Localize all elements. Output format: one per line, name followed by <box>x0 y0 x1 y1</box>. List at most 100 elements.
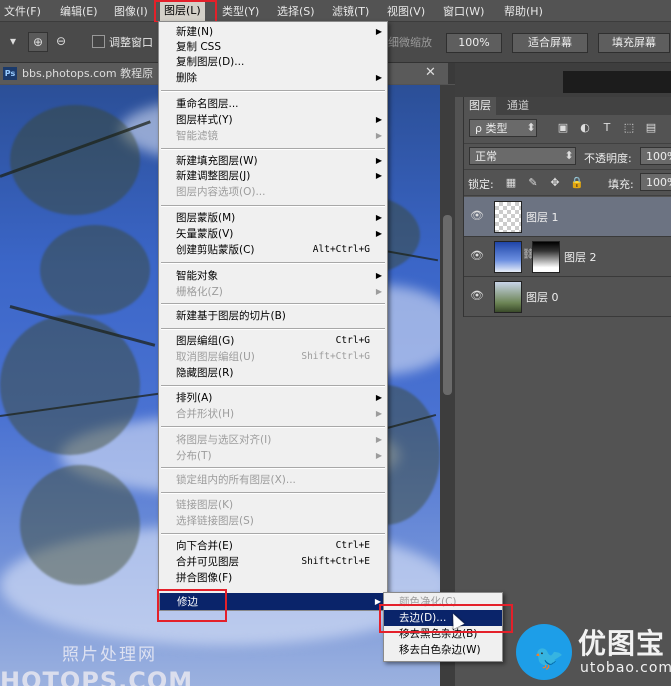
logo-title: 优图宝 <box>578 627 666 660</box>
layer-mask-thumbnail[interactable] <box>532 241 560 273</box>
menu-item-distribute: 分布(T) ▶ <box>176 450 382 462</box>
menu-edit[interactable]: 编辑(E) <box>60 3 98 19</box>
menu-item-rasterize: 栅格化(Z) ▶ <box>176 286 382 298</box>
menubar: 文件(F) 编辑(E) 图像(I) 图层(L) 类型(Y) 选择(S) 滤镜(T… <box>0 0 671 22</box>
menu-image[interactable]: 图像(I) <box>114 3 148 19</box>
menu-item-duplicate-layer[interactable]: 复制图层(D)... <box>159 54 387 70</box>
menu-item-delete[interactable]: 删除 ▶ <box>159 70 387 86</box>
layers-panel-tabs: 图层 通道 <box>464 97 671 115</box>
layers-panel: 图层 通道 ρ 类型 ⬍ ▣ ◐ T ⬚ ▤ 正常 ⬍ 不透明度: 100% 锁… <box>463 97 671 317</box>
menu-filter[interactable]: 滤镜(T) <box>332 3 369 19</box>
layer-row-0[interactable]: 👁 图层 0 <box>464 277 671 317</box>
bird-icon: 🐦 <box>534 644 564 672</box>
layer-row-2[interactable]: 👁 ⛓ 图层 2 <box>464 237 671 277</box>
menu-item-ungroup-layers: 取消图层编组(U) Shift+Ctrl+G <box>176 351 370 363</box>
layer-name: 图层 2 <box>564 251 597 264</box>
layer-thumbnail <box>494 201 522 233</box>
menu-item-arrange[interactable]: 排列(A) ▶ <box>159 390 387 406</box>
menu-item-smart-filter: 智能滤镜 ▶ <box>176 130 382 142</box>
layer-thumbnail <box>494 281 522 313</box>
layer-row-1[interactable]: 👁 图层 1 <box>464 197 671 237</box>
menu-item-merge-down[interactable]: 向下合并(E) Ctrl+E <box>159 538 387 554</box>
filter-type-icon[interactable]: T <box>600 121 614 135</box>
highlight-matting-item <box>157 589 227 622</box>
lock-position-icon[interactable]: ✥ <box>548 176 562 190</box>
menu-item-create-clipping-mask[interactable]: 创建剪贴蒙版(C) Alt+Ctrl+G <box>159 242 387 258</box>
filter-adjustment-icon[interactable]: ◐ <box>578 121 592 135</box>
lock-transparent-icon[interactable]: ▦ <box>504 176 518 190</box>
blend-select-arrow-icon: ⬍ <box>564 149 574 162</box>
menu-item-flatten-image[interactable]: 拼合图像(F) <box>159 570 387 586</box>
filter-shape-icon[interactable]: ⬚ <box>622 121 636 135</box>
zoom-100-button[interactable]: 100% <box>446 33 502 53</box>
zoom-in-icon[interactable]: ⊕ <box>28 32 48 52</box>
menu-item-layer-mask[interactable]: 图层蒙版(M) ▶ <box>159 210 387 226</box>
lock-all-icon[interactable]: 🔒 <box>570 176 584 190</box>
layer-menu-dropdown: 新建(N) ▶ 复制 CSS 复制图层(D)... 删除 ▶ 重命名图层... 图层… <box>158 21 388 595</box>
menu-help[interactable]: 帮助(H) <box>504 3 543 19</box>
tool-preset-dropdown-icon[interactable]: ▾ <box>4 32 22 50</box>
watermark-english: HOTOPS.COM <box>0 667 194 686</box>
filter-pixel-icon[interactable]: ▣ <box>556 121 570 135</box>
visibility-eye-icon[interactable]: 👁 <box>470 210 484 222</box>
fill-screen-button[interactable]: 填充屏幕 <box>598 33 670 53</box>
right-panel-top <box>455 63 671 97</box>
menu-item-align-to-selection: 将图层与选区对齐(I) ▶ <box>176 434 382 446</box>
scrollbar-thumb[interactable] <box>443 215 452 395</box>
menu-file[interactable]: 文件(F) <box>4 3 41 19</box>
layer-name: 图层 1 <box>526 211 559 224</box>
menu-item-group-layers[interactable]: 图层编组(G) Ctrl+G <box>159 333 387 349</box>
layer-thumbnail <box>494 241 522 273</box>
menu-item-new[interactable]: 新建(N) ▶ <box>159 24 387 40</box>
opacity-label: 不透明度: <box>584 152 632 165</box>
layers-filter-row: ρ 类型 ⬍ ▣ ◐ T ⬚ ▤ <box>464 115 671 144</box>
blend-mode-select[interactable]: 正常 <box>469 147 576 165</box>
menu-item-layer-style[interactable]: 图层样式(Y) ▶ <box>159 112 387 128</box>
submenu-item-remove-white-matte[interactable]: 移去白色杂边(W) <box>384 642 502 658</box>
menu-item-copy-css[interactable]: 复制 CSS <box>159 39 387 55</box>
menu-window[interactable]: 窗口(W) <box>443 3 484 19</box>
menu-item-merge-visible[interactable]: 合并可见图层 Shift+Ctrl+E <box>159 554 387 570</box>
menu-item-hide-layers[interactable]: 隐藏图层(R) <box>159 365 387 381</box>
visibility-eye-icon[interactable]: 👁 <box>470 290 484 302</box>
menu-item-lock-all-layers-in-group: 锁定组内的所有图层(X)... <box>176 474 296 486</box>
menu-item-new-layer-based-slice[interactable]: 新建基于图层的切片(B) <box>159 308 387 324</box>
navigator-preview <box>563 71 671 93</box>
select-arrow-icon: ⬍ <box>526 121 536 134</box>
fill-label: 填充: <box>608 178 634 191</box>
site-logo: 🐦 优图宝 utobao.com <box>512 618 671 686</box>
menu-item-link-layers: 链接图层(K) <box>176 499 234 511</box>
visibility-eye-icon[interactable]: 👁 <box>470 250 484 262</box>
layer-name: 图层 0 <box>526 291 559 304</box>
blend-row: 正常 ⬍ 不透明度: 100% <box>464 143 671 170</box>
menu-item-smart-object[interactable]: 智能对象 ▶ <box>159 268 387 284</box>
scrubby-zoom-label: 细微缩放 <box>388 36 432 49</box>
ps-document-icon: Ps <box>3 67 17 80</box>
zoom-out-icon[interactable]: ⊖ <box>52 32 70 50</box>
menu-item-combine-shapes: 合并形状(H) ▶ <box>176 408 382 420</box>
fill-input[interactable]: 100% <box>640 173 671 191</box>
opacity-input[interactable]: 100% <box>640 147 671 165</box>
menu-item-select-linked-layers: 选择链接图层(S) <box>176 515 254 527</box>
close-document-icon[interactable]: ✕ <box>425 65 436 80</box>
menu-select[interactable]: 选择(S) <box>277 3 315 19</box>
filter-smart-object-icon[interactable]: ▤ <box>644 121 658 135</box>
menu-item-new-adjustment-layer[interactable]: 新建调整图层(J) ▶ <box>159 168 387 184</box>
logo-circle-icon: 🐦 <box>516 624 572 680</box>
resize-windows-checkbox[interactable] <box>92 35 105 48</box>
tab-channels[interactable]: 通道 <box>502 97 534 115</box>
menu-item-rename-layer[interactable]: 重命名图层... <box>159 96 387 112</box>
document-tab-label: bbs.photops.com 教程原 <box>22 67 154 80</box>
highlight-layer-menu <box>154 0 217 23</box>
menu-type[interactable]: 类型(Y) <box>222 3 259 19</box>
menu-view[interactable]: 视图(V) <box>387 3 425 19</box>
menu-item-layer-content-options: 图层内容选项(O)... <box>176 186 266 198</box>
lock-row: 锁定: ▦ ✎ ✥ 🔒 填充: 100% <box>464 169 671 196</box>
menu-item-new-fill-layer[interactable]: 新建填充图层(W) ▶ <box>159 153 387 169</box>
lock-image-icon[interactable]: ✎ <box>526 176 540 190</box>
tab-layers[interactable]: 图层 <box>464 97 496 115</box>
logo-url: utobao.com <box>580 660 671 676</box>
watermark-chinese: 照片处理网 <box>62 645 157 665</box>
menu-item-vector-mask[interactable]: 矢量蒙版(V) ▶ <box>159 226 387 242</box>
fit-screen-button[interactable]: 适合屏幕 <box>512 33 588 53</box>
